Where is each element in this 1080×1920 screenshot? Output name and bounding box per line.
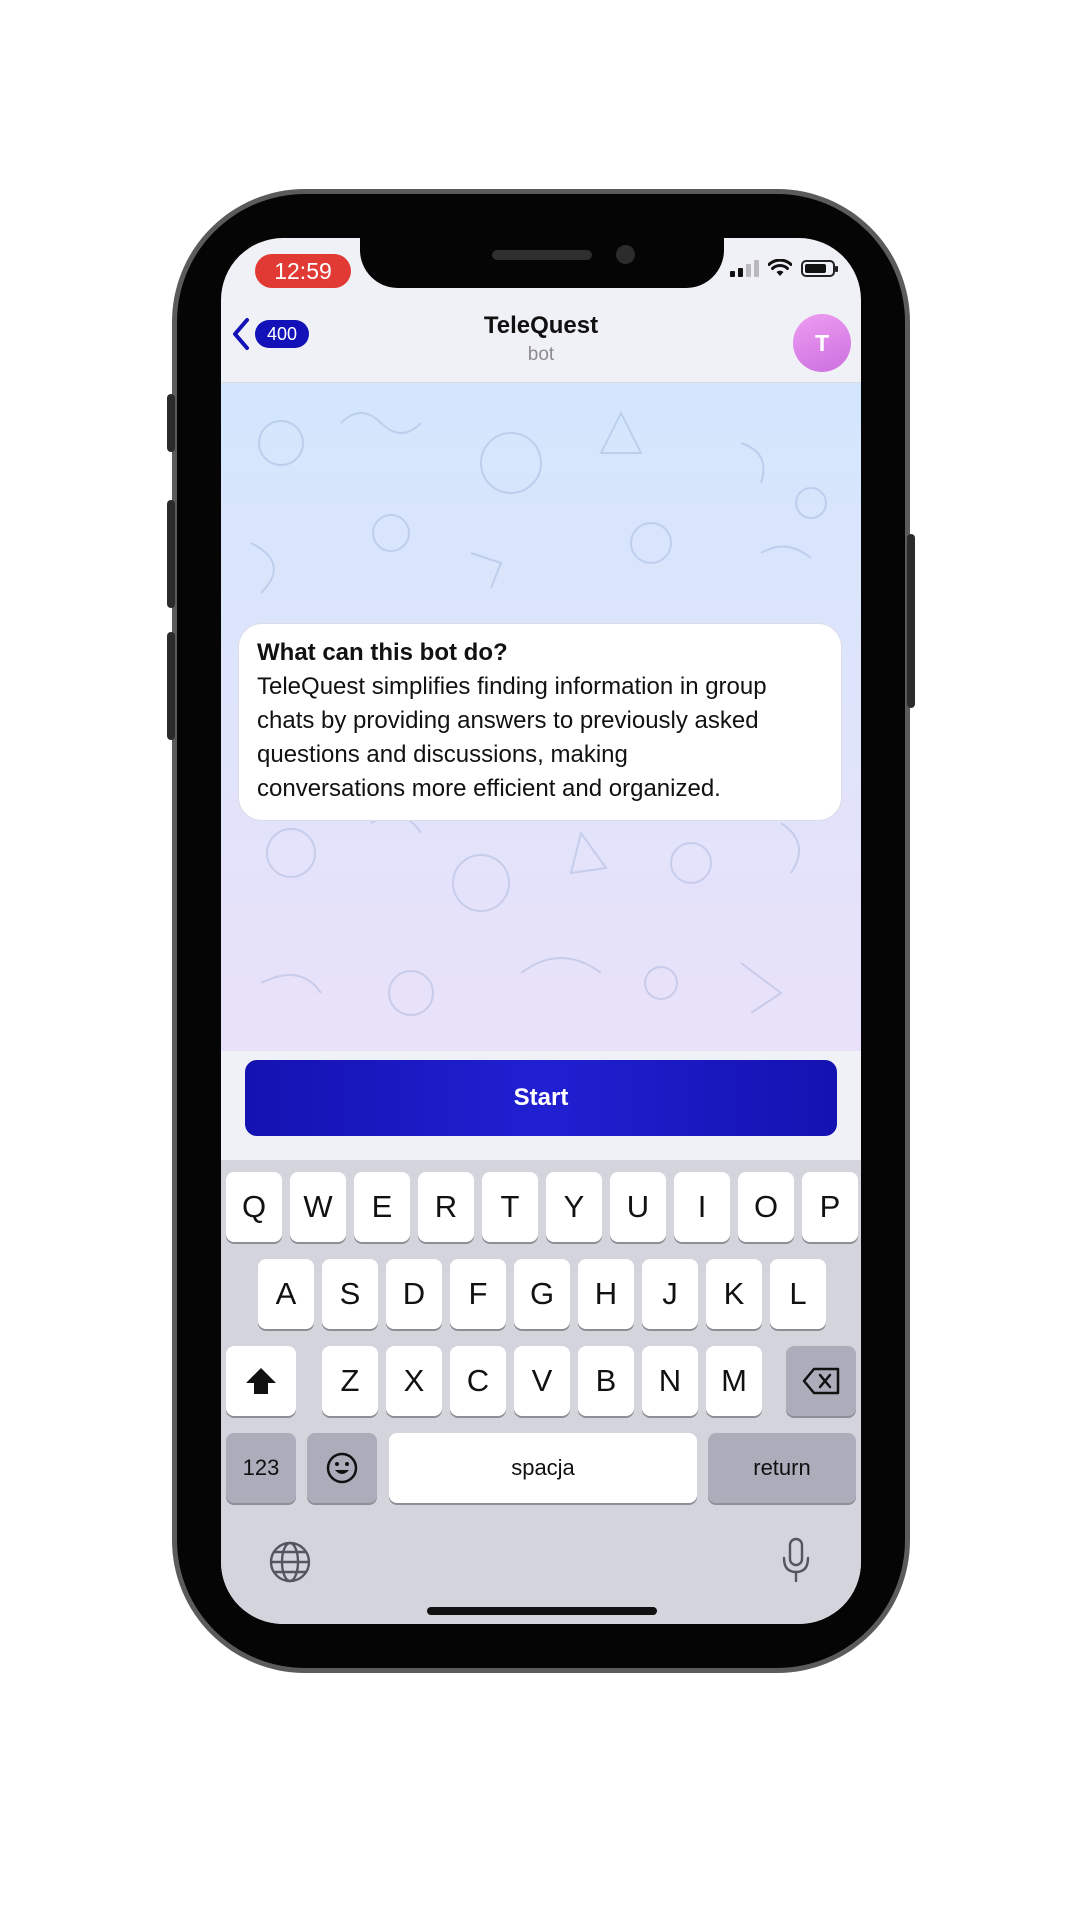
- key-b[interactable]: B: [578, 1346, 634, 1416]
- bubble-body: TeleQuest simplifies finding information…: [257, 670, 823, 806]
- key-v[interactable]: V: [514, 1346, 570, 1416]
- key-e[interactable]: E: [354, 1172, 410, 1242]
- numbers-key[interactable]: 123: [226, 1433, 296, 1503]
- microphone-icon[interactable]: [779, 1536, 813, 1584]
- shift-icon: [246, 1368, 276, 1394]
- key-s[interactable]: S: [322, 1259, 378, 1329]
- battery-icon: [801, 260, 838, 277]
- key-u[interactable]: U: [610, 1172, 666, 1242]
- chat-subtitle: bot: [527, 344, 555, 365]
- phone-screen: 12:59 400 TeleQuest bot T What can this …: [221, 238, 861, 1624]
- status-icons: [730, 259, 838, 277]
- key-d[interactable]: D: [386, 1259, 442, 1329]
- chat-title[interactable]: TeleQuest: [221, 312, 861, 340]
- bubble-title: What can this bot do?: [257, 639, 508, 666]
- key-z[interactable]: Z: [322, 1346, 378, 1416]
- front-camera: [616, 245, 635, 264]
- bubble-line: questions and discussions, making: [257, 741, 628, 768]
- return-key[interactable]: return: [708, 1433, 856, 1503]
- shift-key[interactable]: [226, 1346, 296, 1416]
- mute-switch: [167, 394, 175, 452]
- key-f[interactable]: F: [450, 1259, 506, 1329]
- key-c[interactable]: C: [450, 1346, 506, 1416]
- backspace-icon: [802, 1367, 840, 1395]
- speaker: [492, 250, 592, 260]
- bubble-line: chats by providing answers to previously…: [257, 707, 759, 734]
- start-button[interactable]: Start: [245, 1060, 837, 1136]
- key-n[interactable]: N: [642, 1346, 698, 1416]
- emoji-icon: [326, 1452, 358, 1484]
- key-x[interactable]: X: [386, 1346, 442, 1416]
- bubble-line: conversations more efficient and organiz…: [257, 775, 721, 802]
- globe-icon[interactable]: [268, 1540, 312, 1584]
- key-g[interactable]: G: [514, 1259, 570, 1329]
- keyboard: Q W E R T Y U I O P A S D F G H J K L Z …: [221, 1160, 861, 1624]
- key-y[interactable]: Y: [546, 1172, 602, 1242]
- power-button: [907, 534, 915, 708]
- chat-header: 400 TeleQuest bot T: [221, 300, 861, 383]
- key-t[interactable]: T: [482, 1172, 538, 1242]
- key-m[interactable]: M: [706, 1346, 762, 1416]
- key-h[interactable]: H: [578, 1259, 634, 1329]
- keyboard-row-2: A S D F G H J K L: [221, 1259, 861, 1329]
- chat-area: What can this bot do? TeleQuest simplifi…: [221, 383, 861, 1051]
- keyboard-row-3: Z X C V B N M: [221, 1346, 861, 1416]
- key-q[interactable]: Q: [226, 1172, 282, 1242]
- wifi-icon: [768, 259, 792, 276]
- key-l[interactable]: L: [770, 1259, 826, 1329]
- key-p[interactable]: P: [802, 1172, 858, 1242]
- key-a[interactable]: A: [258, 1259, 314, 1329]
- status-time: 12:59: [255, 254, 351, 288]
- signal-icon: [730, 259, 759, 277]
- space-key[interactable]: spacja: [389, 1433, 697, 1503]
- keyboard-row-4: 123 spacja return: [221, 1433, 861, 1503]
- volume-down-button: [167, 632, 175, 740]
- avatar[interactable]: T: [793, 314, 851, 372]
- notch: [360, 238, 724, 288]
- volume-up-button: [167, 500, 175, 608]
- key-r[interactable]: R: [418, 1172, 474, 1242]
- start-bar: Start: [221, 1051, 861, 1160]
- home-indicator: [427, 1607, 657, 1615]
- emoji-key[interactable]: [307, 1433, 377, 1503]
- key-w[interactable]: W: [290, 1172, 346, 1242]
- phone-frame: 12:59 400 TeleQuest bot T What can this …: [167, 194, 915, 1668]
- key-i[interactable]: I: [674, 1172, 730, 1242]
- key-j[interactable]: J: [642, 1259, 698, 1329]
- keyboard-row-1: Q W E R T Y U I O P: [221, 1172, 861, 1242]
- bot-description-bubble: What can this bot do? TeleQuest simplifi…: [238, 623, 842, 821]
- bubble-line: TeleQuest simplifies finding information…: [257, 673, 767, 700]
- key-k[interactable]: K: [706, 1259, 762, 1329]
- key-o[interactable]: O: [738, 1172, 794, 1242]
- backspace-key[interactable]: [786, 1346, 856, 1416]
